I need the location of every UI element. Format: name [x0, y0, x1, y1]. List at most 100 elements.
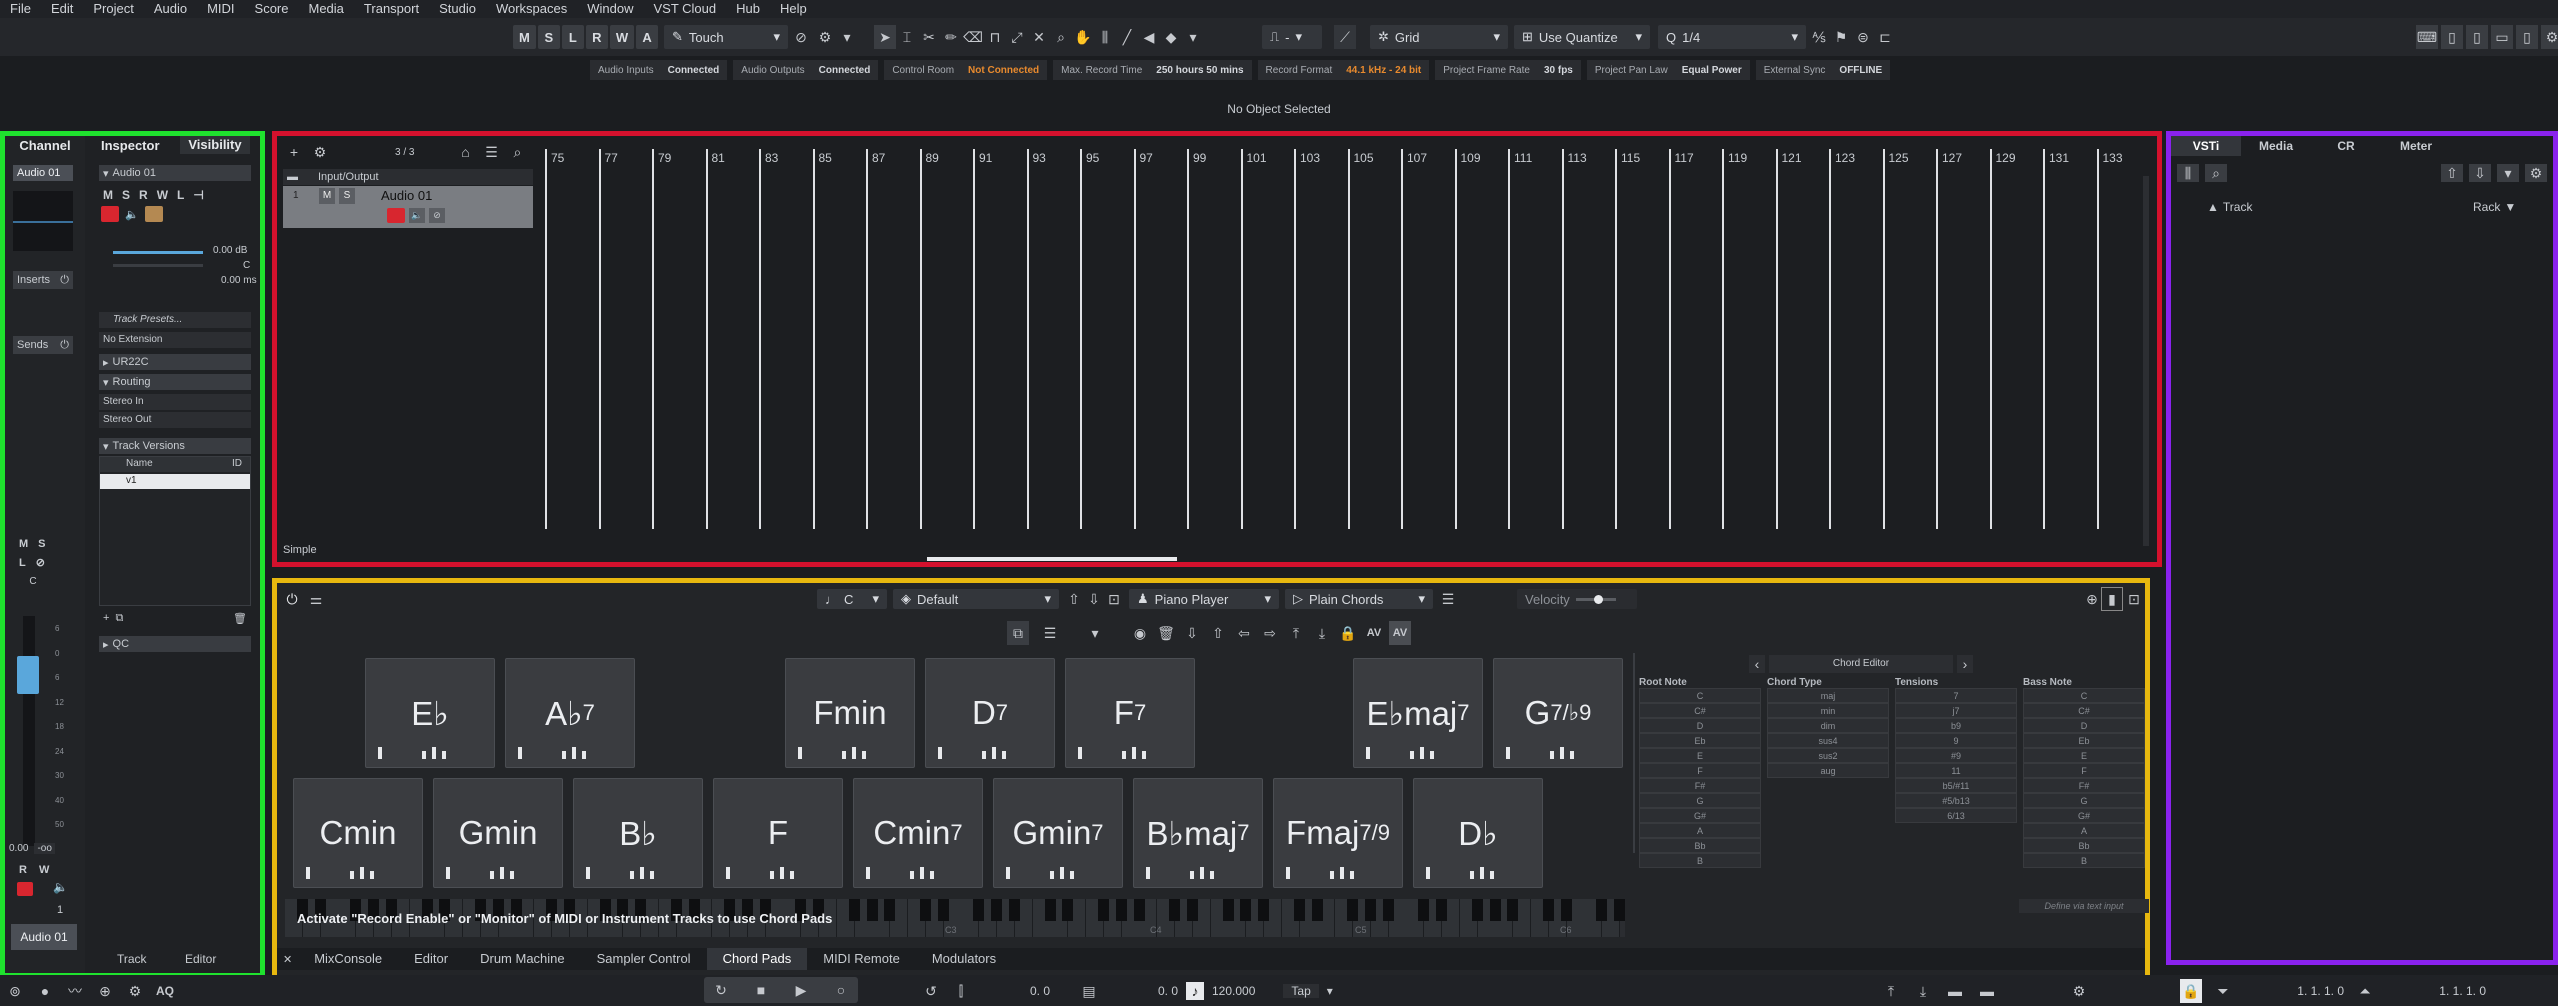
chord-editor-cell[interactable]: aug — [1767, 763, 1889, 778]
play-tool-icon[interactable]: ◀ — [1138, 25, 1160, 49]
punch-out-icon[interactable]: ⤓ — [1912, 979, 1934, 1003]
tempo-value[interactable]: 120.000 — [1212, 984, 1255, 998]
black-key[interactable] — [1418, 899, 1430, 921]
aq-button[interactable]: AQ — [154, 979, 176, 1003]
listen-button[interactable]: L — [19, 557, 26, 569]
tab-inspector[interactable]: Inspector — [101, 138, 160, 153]
chord-editor-cell[interactable]: A — [2023, 823, 2145, 838]
chevron-down-icon[interactable]: ▾ — [1182, 25, 1204, 49]
zoom-icon[interactable]: ⌕ — [1050, 25, 1072, 49]
state-button-s[interactable]: S — [537, 25, 560, 49]
menu-item-vst-cloud[interactable]: VST Cloud — [644, 0, 727, 18]
hand-icon[interactable]: ✋ — [1072, 25, 1094, 49]
automation-mode-select[interactable]: ✎ Touch ▾ — [664, 25, 788, 49]
chord-editor-cell[interactable]: E — [2023, 748, 2145, 763]
chord-editor-cell[interactable]: 9 — [1895, 733, 2017, 748]
chord-pad[interactable]: Gmin — [433, 778, 563, 888]
arrow-up-icon[interactable]: ⇧ — [2441, 164, 2463, 182]
nudge-select[interactable]: ⎍ - ▾ — [1262, 25, 1322, 49]
constrain-delay-icon[interactable]: ⊘ — [790, 25, 812, 49]
primary-time[interactable]: 0. 0 — [980, 984, 1050, 998]
chord-editor-cell[interactable]: dim — [1767, 718, 1889, 733]
black-key[interactable] — [848, 899, 860, 921]
tab-meter[interactable]: Meter — [2381, 136, 2451, 156]
snap-type-select[interactable]: ✲ Grid ▾ — [1370, 25, 1508, 49]
channel-bottom-name[interactable]: Audio 01 — [11, 924, 77, 950]
settings-icon[interactable]: ⚙ — [2541, 25, 2558, 49]
write-button[interactable]: W — [39, 864, 49, 876]
search-icon[interactable]: ⌕ — [506, 140, 528, 164]
right-zone-icon[interactable]: ▯ — [2516, 25, 2538, 49]
black-key[interactable] — [1222, 899, 1234, 921]
status-item[interactable]: Control Room Not Connected — [884, 60, 1048, 80]
quantize-value-select[interactable]: Q 1/4 ▾ — [1658, 25, 1806, 49]
rack-section-header[interactable]: Rack ▼ — [2473, 200, 2516, 214]
version-row[interactable]: v1 — [100, 474, 250, 489]
chord-editor-cell[interactable]: maj — [1767, 688, 1889, 703]
monitor-icon[interactable]: 🔈 — [409, 208, 425, 223]
tab-chord-pads[interactable]: Chord Pads — [706, 948, 808, 970]
arrow-down-icon[interactable]: ⇩ — [2469, 164, 2491, 182]
black-key[interactable] — [1347, 899, 1359, 921]
chord-pad[interactable]: B♭ — [573, 778, 703, 888]
write-button[interactable]: W — [157, 188, 168, 202]
black-key[interactable] — [1489, 899, 1501, 921]
section-routing[interactable]: ▾ Routing — [99, 374, 251, 390]
state-button-a[interactable]: A — [636, 25, 659, 49]
black-key[interactable] — [1044, 899, 1056, 921]
black-key[interactable] — [1560, 899, 1572, 921]
chord-editor-cell[interactable]: min — [1767, 703, 1889, 718]
quantize-mode-select[interactable]: ⊞ Use Quantize ▾ — [1514, 25, 1650, 49]
waveform-icon[interactable]: 〰 — [64, 979, 86, 1003]
chord-pad[interactable]: Cmin 7 — [853, 778, 983, 888]
lower-zone-icon[interactable]: ▭ — [2491, 25, 2513, 49]
tab-midi-remote[interactable]: MIDI Remote — [807, 948, 916, 970]
read-button[interactable]: R — [139, 188, 148, 202]
menu-item-help[interactable]: Help — [770, 0, 817, 18]
black-key[interactable] — [1098, 899, 1109, 921]
status-item[interactable]: Audio Inputs Connected — [590, 60, 728, 80]
tab-editor[interactable]: Editor — [185, 952, 216, 966]
add-version-icon[interactable]: + — [103, 612, 109, 624]
chord-editor-cell[interactable]: D — [1639, 718, 1761, 733]
chord-editor-cell[interactable]: F# — [2023, 778, 2145, 793]
chord-editor-cell[interactable]: F# — [1639, 778, 1761, 793]
erase-icon[interactable]: ⌫ — [962, 25, 984, 49]
chevron-down-icon[interactable]: ▾ — [836, 25, 858, 49]
chord-editor-cell[interactable]: G — [1639, 793, 1761, 808]
left-zone-icon[interactable]: ▯ — [2441, 25, 2463, 49]
status-item[interactable]: External Sync OFFLINE — [1755, 60, 1891, 80]
track-filter-icon[interactable]: ⚙ — [309, 140, 331, 164]
black-key[interactable] — [1258, 899, 1270, 921]
state-button-l[interactable]: L — [561, 25, 584, 49]
chord-text-input[interactable]: Define via text input — [2019, 899, 2149, 913]
tool-modes-icon[interactable]: ⚙ — [814, 25, 836, 49]
status-item[interactable]: Project Pan Law Equal Power — [1586, 60, 1750, 80]
chord-editor-cell[interactable]: A — [1639, 823, 1761, 838]
splitter[interactable] — [1633, 653, 1635, 853]
edit-channel-icon[interactable]: ⊘ — [429, 208, 445, 223]
black-key[interactable] — [1471, 899, 1483, 921]
locator-icon[interactable]: ⏶ — [2354, 979, 2376, 1003]
chord-editor-cell[interactable]: G — [2023, 793, 2145, 808]
chord-editor-cell[interactable]: #5/b13 — [1895, 793, 2017, 808]
maximize-icon[interactable]: ⊡ — [2123, 587, 2145, 611]
chord-editor-cell[interactable]: B — [2023, 853, 2145, 868]
marker-icon[interactable]: ▬ — [1944, 979, 1966, 1003]
sends-button[interactable]: Sends ⏻ — [13, 336, 73, 354]
chevron-left-icon[interactable]: ‹ — [1749, 655, 1765, 673]
chord-pad[interactable]: E♭maj 7 — [1353, 658, 1483, 768]
performance-icon[interactable]: ⊚ — [4, 979, 26, 1003]
left-zone-alt-icon[interactable]: ▯ — [2466, 25, 2488, 49]
read-button[interactable]: R — [19, 864, 27, 876]
black-key[interactable] — [1614, 899, 1626, 921]
object-select-icon[interactable]: ➤ — [874, 25, 896, 49]
color-icon[interactable]: ◆ — [1160, 25, 1182, 49]
zoom-icon[interactable]: ⊕ — [2081, 587, 2103, 611]
chord-pad[interactable]: Gmin 7 — [993, 778, 1123, 888]
black-key[interactable] — [991, 899, 1003, 921]
extension-select[interactable]: No Extension — [99, 332, 251, 348]
track-record-button[interactable] — [387, 208, 405, 223]
chord-editor-cell[interactable]: C — [2023, 688, 2145, 703]
collapse-icon[interactable]: ▾ — [2497, 164, 2519, 182]
